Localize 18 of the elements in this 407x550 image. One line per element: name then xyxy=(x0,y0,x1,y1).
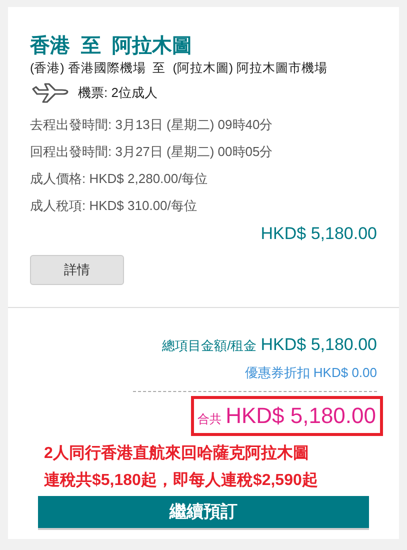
subtotal-amount: HKD$ 5,180.00 xyxy=(260,223,377,245)
detail-text: 成人價格: HKD$ 2,280.00/每位 xyxy=(30,170,209,188)
continue-booking-button[interactable]: 繼續預訂 xyxy=(38,496,369,530)
coupon-discount-text: 優惠券折扣 HKD$ 0.00 xyxy=(244,364,377,382)
promo-text: 2人同行香港直航來回哈薩克阿拉木圖 xyxy=(44,443,310,464)
route-title: 香港 至 阿拉木圖 xyxy=(30,34,194,59)
airports-text: (香港) 香港國際機場 至 (阿拉木圖) 阿拉木圖市機場 xyxy=(30,60,328,77)
details-button[interactable]: 詳情 xyxy=(30,254,124,284)
airplane-icon xyxy=(30,81,70,105)
detail-text: 回程出發時間: 3月27日 (星期二) 00時05分 xyxy=(30,143,274,161)
detail-text: 成人稅項: HKD$ 310.00/每位 xyxy=(30,197,198,215)
items-total-amount: HKD$ 5,180.00 xyxy=(260,334,377,356)
detail-text: 去程出發時間: 3月13日 (星期二) 09時40分 xyxy=(30,116,274,134)
grand-total-amount: HKD$ 5,180.00 xyxy=(226,402,376,430)
grand-total-label: 合共 xyxy=(198,410,222,428)
ticket-count-text: 機票: 2位成人 xyxy=(78,84,158,102)
promo-text: 連稅共$5,180起，即每人連稅$2,590起 xyxy=(44,470,319,490)
items-total-label: 總項目金額/租金 xyxy=(162,336,257,354)
